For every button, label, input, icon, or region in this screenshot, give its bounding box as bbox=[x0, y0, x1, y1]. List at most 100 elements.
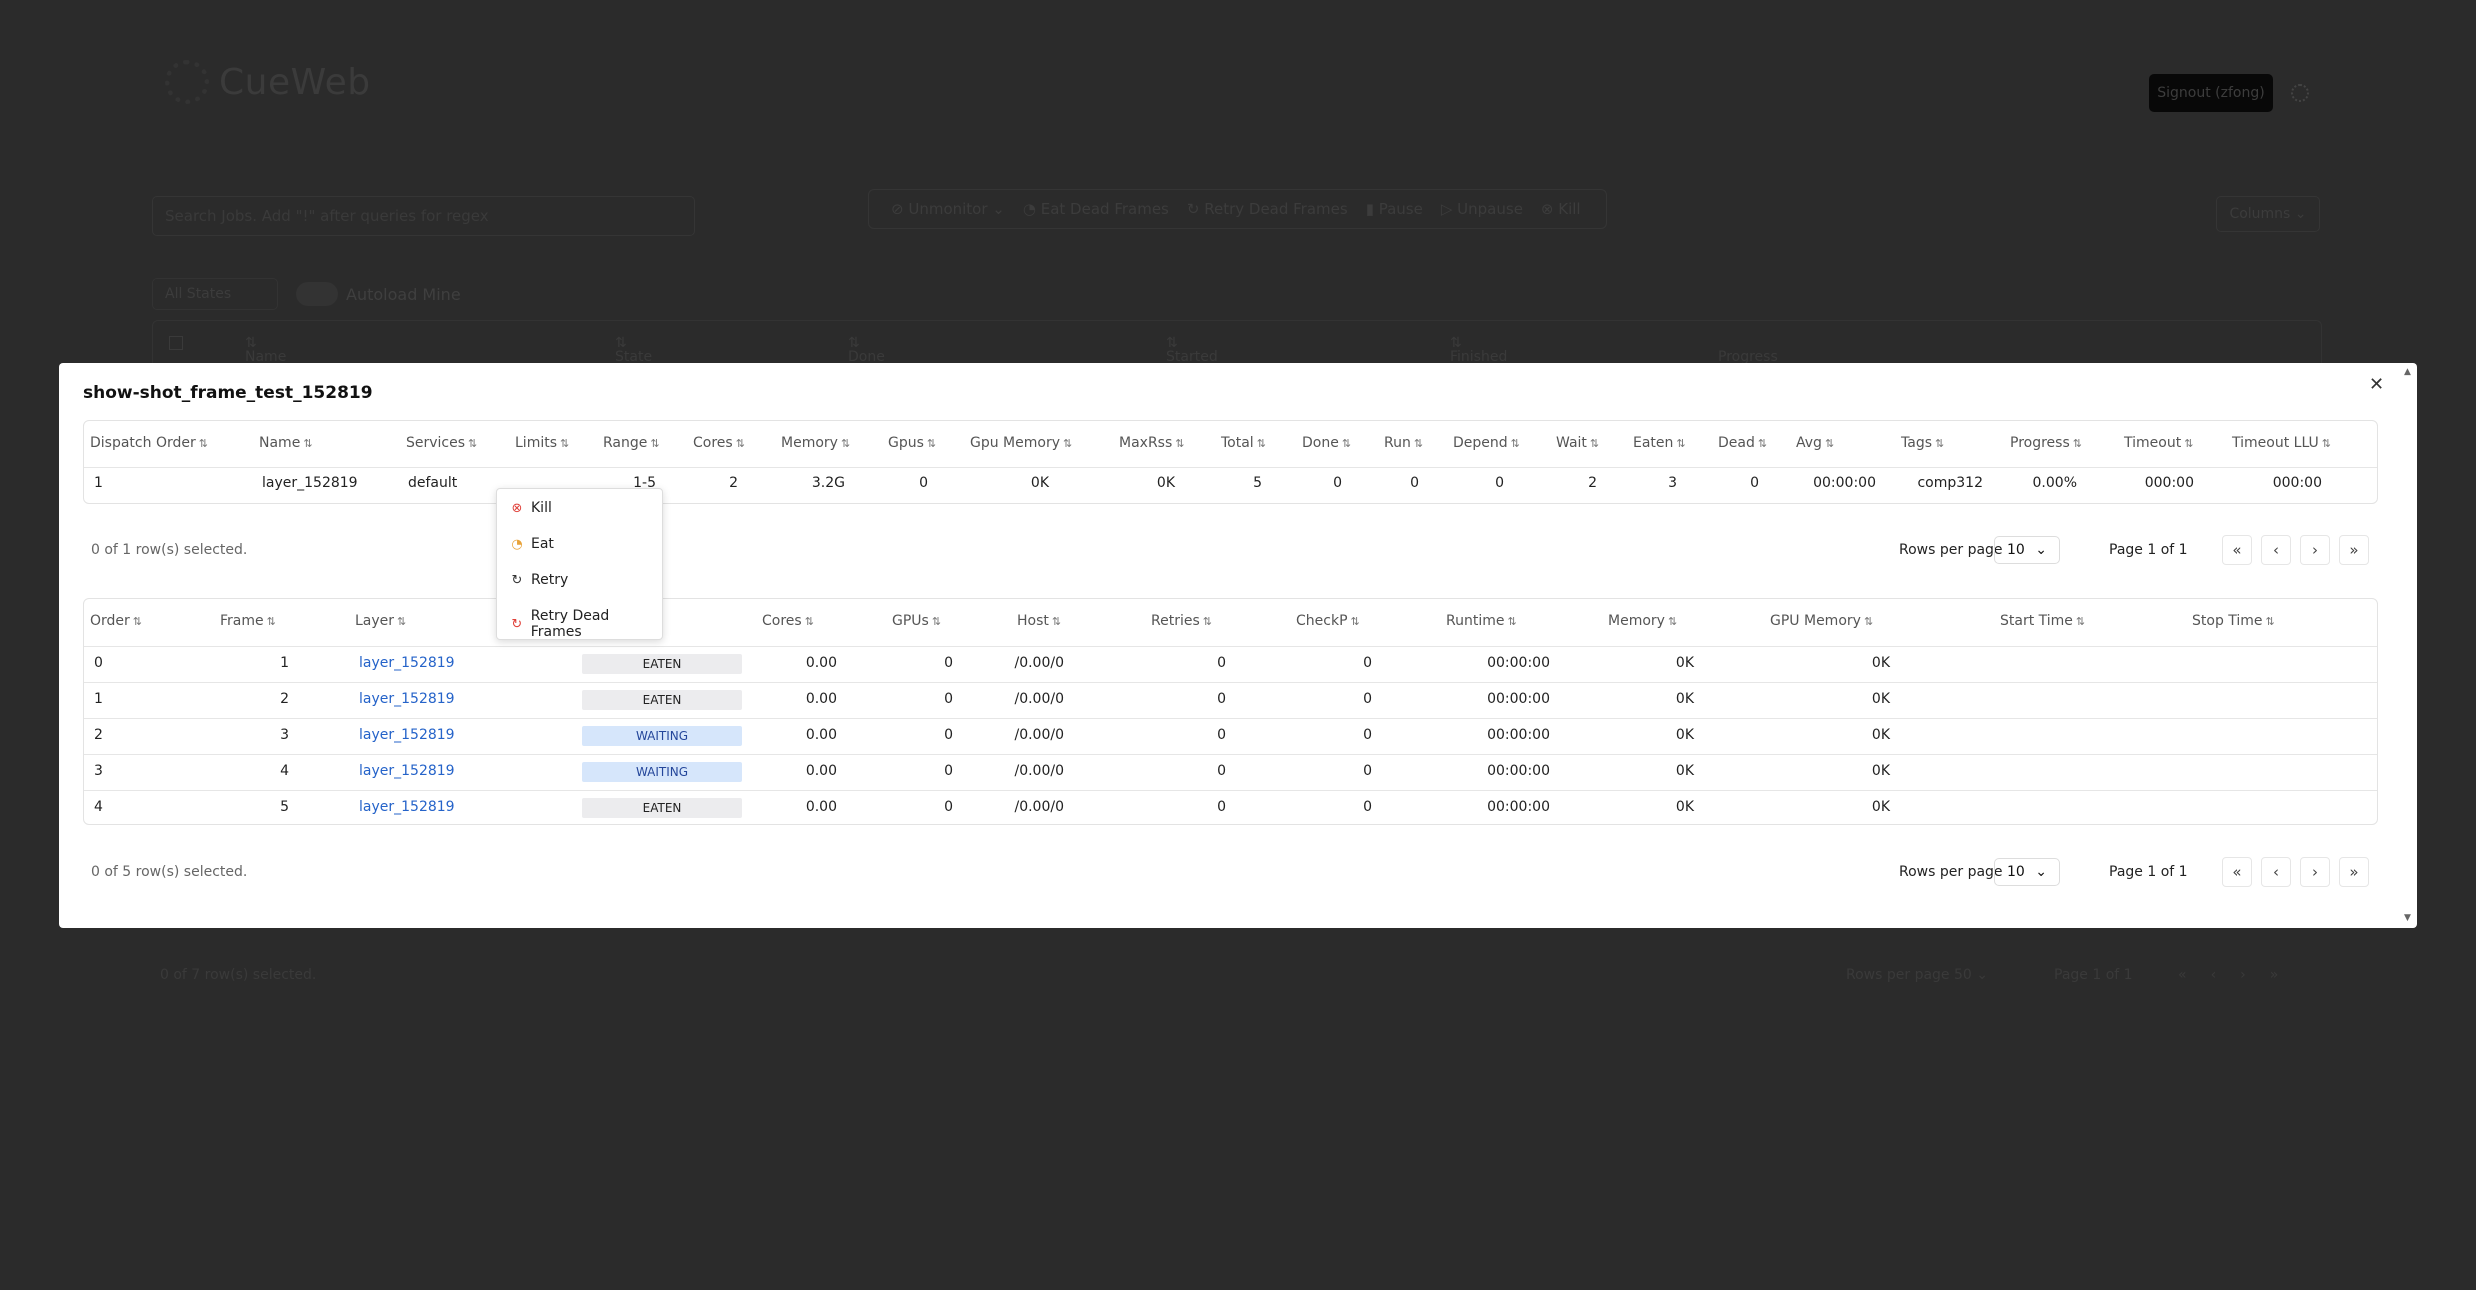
status-badge: WAITING bbox=[582, 726, 742, 746]
frame-cell-layer[interactable]: layer_152819 bbox=[359, 727, 455, 743]
sort-icon: ⇅ bbox=[1863, 615, 1874, 628]
layers-col-timeout[interactable]: Timeout ⇅ bbox=[2124, 435, 2193, 451]
select-all-checkbox[interactable] bbox=[169, 336, 183, 350]
frame-cell-layer[interactable]: layer_152819 bbox=[359, 799, 455, 815]
layers-col-timeout-llu[interactable]: Timeout LLU ⇅ bbox=[2232, 435, 2331, 451]
frame-cell-retries: 0 bbox=[1217, 727, 1226, 743]
frames-prev-page-button[interactable]: ‹ bbox=[2261, 857, 2291, 887]
columns-button[interactable]: Columns ⌄ bbox=[2216, 196, 2320, 232]
layers-col-gpu-memory[interactable]: Gpu Memory ⇅ bbox=[970, 435, 1072, 451]
autoload-toggle[interactable] bbox=[296, 282, 338, 306]
frame-cell-gpus: 0 bbox=[944, 655, 953, 671]
app-logo: CueWeb bbox=[165, 60, 371, 104]
layers-col-progress[interactable]: Progress ⇅ bbox=[2010, 435, 2082, 451]
layers-col-memory[interactable]: Memory ⇅ bbox=[781, 435, 850, 451]
layers-col-limits[interactable]: Limits ⇅ bbox=[515, 435, 569, 451]
layers-col-avg[interactable]: Avg ⇅ bbox=[1796, 435, 1834, 451]
frames-col-host[interactable]: Host ⇅ bbox=[1017, 613, 1061, 629]
table-row[interactable]: 4 5 layer_152819 0.00 0/0.00/0 0 0 00:00:00 0K 0K… bbox=[84, 790, 2377, 826]
frame-cell-frame: 4 bbox=[280, 763, 289, 779]
frame-cell-order: 1 bbox=[94, 691, 103, 707]
layers-next-page-button[interactable]: › bbox=[2300, 535, 2330, 565]
unpause-button[interactable]: ▷ Unpause bbox=[1441, 200, 1523, 218]
layers-col-wait[interactable]: Wait ⇅ bbox=[1556, 435, 1599, 451]
col-done-total[interactable]: Done / Total ⇅ bbox=[848, 335, 885, 397]
col-started[interactable]: Started ⇅ bbox=[1166, 335, 1218, 365]
table-row[interactable]: 3 4 layer_152819 0.00 0/0.00/0 0 0 00:00:00 0K 0K… bbox=[84, 754, 2377, 790]
frames-col-runtime[interactable]: Runtime ⇅ bbox=[1446, 613, 1517, 629]
layers-col-depend[interactable]: Depend ⇅ bbox=[1453, 435, 1520, 451]
layers-col-tags[interactable]: Tags ⇅ bbox=[1901, 435, 1944, 451]
frames-col-gpus[interactable]: GPUs ⇅ bbox=[892, 613, 941, 629]
frames-col-cores[interactable]: Cores ⇅ bbox=[762, 613, 814, 629]
frame-cell-layer[interactable]: layer_152819 bbox=[359, 691, 455, 707]
layers-col-done[interactable]: Done ⇅ bbox=[1302, 435, 1351, 451]
frame-cell-order: 4 bbox=[94, 799, 103, 815]
frames-col-gpu-memory[interactable]: GPU Memory ⇅ bbox=[1770, 613, 1873, 629]
frame-cell-layer[interactable]: layer_152819 bbox=[359, 763, 455, 779]
frames-col-retries[interactable]: Retries ⇅ bbox=[1151, 613, 1212, 629]
frames-last-page-button[interactable]: » bbox=[2339, 857, 2369, 887]
frames-rows-per-page-select[interactable]: 10 ⌄ bbox=[1994, 858, 2060, 886]
frame-cell-host: /0.00/0 bbox=[1014, 727, 1064, 743]
layers-col-dispatch-order[interactable]: Dispatch Order ⇅ bbox=[90, 435, 208, 451]
menu-item-eat[interactable]: ◔ Eat bbox=[511, 536, 554, 552]
job-search-input[interactable]: Search Jobs. Add "!" after queries for r… bbox=[152, 196, 695, 236]
sort-icon: ⇅ bbox=[1757, 437, 1768, 450]
layers-prev-page-button[interactable]: ‹ bbox=[2261, 535, 2291, 565]
layers-rows-per-page-select[interactable]: 10 ⌄ bbox=[1994, 536, 2060, 564]
unmonitor-button[interactable]: ⊘ Unmonitor ⌄ bbox=[891, 200, 1005, 218]
layers-col-maxrss[interactable]: MaxRss ⇅ bbox=[1119, 435, 1184, 451]
layers-col-dead[interactable]: Dead ⇅ bbox=[1718, 435, 1767, 451]
layers-col-run[interactable]: Run ⇅ bbox=[1384, 435, 1423, 451]
frames-col-order[interactable]: Order ⇅ bbox=[90, 613, 142, 629]
kill-button[interactable]: ⊗ Kill bbox=[1541, 200, 1581, 218]
frames-col-frame[interactable]: Frame ⇅ bbox=[220, 613, 276, 629]
autoload-label: Autoload Mine bbox=[346, 285, 461, 304]
frames-col-layer[interactable]: Layer ⇅ bbox=[355, 613, 406, 629]
frames-col-checkp[interactable]: CheckP ⇅ bbox=[1296, 613, 1360, 629]
layers-first-page-button[interactable]: « bbox=[2222, 535, 2252, 565]
layers-last-page-button[interactable]: » bbox=[2339, 535, 2369, 565]
table-row[interactable]: 2 3 layer_152819 0.00 0/0.00/0 0 0 00:00:00 0K 0K… bbox=[84, 718, 2377, 754]
frames-col-start-time[interactable]: Start Time ⇅ bbox=[2000, 613, 2085, 629]
frames-col-stop-time[interactable]: Stop Time ⇅ bbox=[2192, 613, 2275, 629]
layers-col-services[interactable]: Services ⇅ bbox=[406, 435, 477, 451]
signout-button[interactable]: Signout (zfong) bbox=[2149, 74, 2273, 112]
frames-first-page-button[interactable]: « bbox=[2222, 857, 2252, 887]
close-icon[interactable]: ✕ bbox=[2369, 374, 2384, 395]
layers-cell-wait: 2 bbox=[1588, 475, 1597, 491]
sort-icon: ⇅ bbox=[735, 437, 745, 450]
jobs-rows-per-page-select[interactable]: 50 ⌄ bbox=[1954, 967, 1988, 983]
layers-col-total[interactable]: Total ⇅ bbox=[1221, 435, 1266, 451]
layers-cell-eaten: 3 bbox=[1668, 475, 1677, 491]
col-state[interactable]: State ⇅ bbox=[615, 335, 652, 365]
pause-button[interactable]: ▮ Pause bbox=[1366, 200, 1423, 218]
sort-icon: ⇅ bbox=[198, 437, 208, 450]
menu-item-kill[interactable]: ⊗ Kill bbox=[511, 500, 552, 516]
frames-col-memory[interactable]: Memory ⇅ bbox=[1608, 613, 1677, 629]
layers-col-gpus[interactable]: Gpus ⇅ bbox=[888, 435, 936, 451]
layers-col-cores[interactable]: Cores ⇅ bbox=[693, 435, 745, 451]
col-name[interactable]: Name ⇅ bbox=[245, 335, 286, 365]
jobs-pagination[interactable]: «‹›» bbox=[2178, 967, 2302, 983]
menu-item-retry[interactable]: ↻ Retry bbox=[511, 572, 569, 588]
layers-col-range[interactable]: Range ⇅ bbox=[603, 435, 660, 451]
layers-col-name[interactable]: Name ⇅ bbox=[259, 435, 313, 451]
menu-item-retry-dead-frames[interactable]: ↻ Retry Dead Frames bbox=[511, 608, 662, 640]
retry-dead-frames-button[interactable]: ↻ Retry Dead Frames bbox=[1187, 200, 1348, 218]
frames-next-page-button[interactable]: › bbox=[2300, 857, 2330, 887]
table-row[interactable]: 1 2 layer_152819 0.00 0/0.00/0 0 0 00:00:00 0K 0K… bbox=[84, 682, 2377, 718]
sort-icon: ⇅ bbox=[1507, 615, 1517, 628]
sort-icon: ⇅ bbox=[926, 437, 937, 450]
frame-cell-memory: 0K bbox=[1675, 799, 1694, 815]
table-row[interactable]: 0 1 layer_152819 0.00 0/0.00/0 0 0 00:00:00 0K 0K… bbox=[84, 646, 2377, 682]
eat-dead-frames-button[interactable]: ◔ Eat Dead Frames bbox=[1023, 200, 1169, 218]
col-finished[interactable]: Finished ⇅ bbox=[1450, 335, 1507, 365]
state-filter-select[interactable]: All States bbox=[152, 278, 278, 310]
layers-col-eaten[interactable]: Eaten ⇅ bbox=[1633, 435, 1686, 451]
modal-scrollbar[interactable]: ▲ ▼ bbox=[2400, 365, 2416, 925]
frame-cell-memory: 0K bbox=[1675, 655, 1694, 671]
theme-toggle-icon[interactable] bbox=[2291, 84, 2309, 102]
frame-cell-layer[interactable]: layer_152819 bbox=[359, 655, 455, 671]
